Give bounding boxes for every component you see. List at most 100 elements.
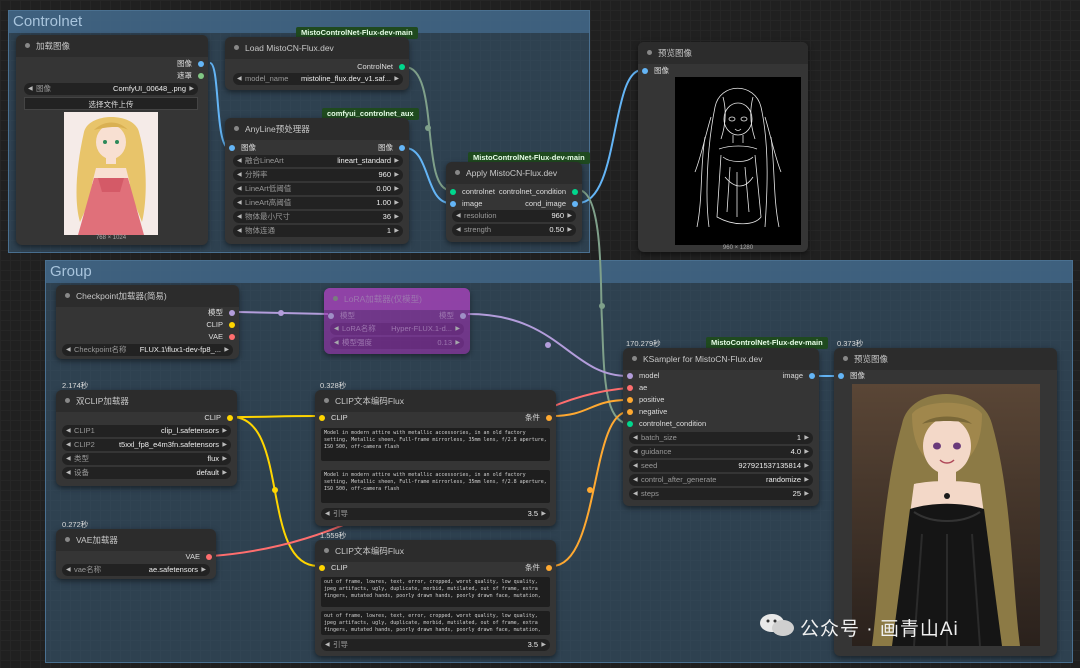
output-image[interactable]: image bbox=[783, 370, 815, 382]
input-model[interactable]: model bbox=[627, 370, 659, 382]
widget-clip1[interactable]: ◀ CLIP1 clip_l.safetensors ▶ bbox=[62, 425, 231, 437]
output-clip[interactable]: CLIP bbox=[204, 412, 233, 424]
port-dot-icon[interactable] bbox=[319, 565, 325, 571]
input-controlnet[interactable]: controlnet bbox=[450, 186, 495, 198]
image-select[interactable]: ◀ 图像 ComfyUI_00648_.png ▶ bbox=[24, 83, 198, 95]
arrow-left-icon[interactable]: ◀ bbox=[456, 210, 461, 222]
input-negative[interactable]: negative bbox=[627, 406, 667, 418]
port-dot-icon[interactable] bbox=[546, 565, 552, 571]
input-positive[interactable]: positive bbox=[627, 394, 664, 406]
arrow-left-icon[interactable]: ◀ bbox=[237, 183, 242, 195]
output-mask[interactable]: 遮罩 bbox=[177, 70, 204, 82]
widget-batch-size[interactable]: ◀ batch_size 1 ▶ bbox=[629, 432, 813, 444]
port-dot-icon[interactable] bbox=[229, 145, 235, 151]
port-dot-icon[interactable] bbox=[809, 373, 815, 379]
widget-device[interactable]: ◀ 设备 default ▶ bbox=[62, 467, 231, 479]
arrow-left-icon[interactable]: ◀ bbox=[237, 73, 242, 85]
output-conditioning[interactable]: 条件 bbox=[525, 562, 552, 574]
port-dot-icon[interactable] bbox=[572, 189, 578, 195]
input-clip[interactable]: CLIP bbox=[319, 562, 348, 574]
widget-seed[interactable]: ◀ seed 927921537135814 ▶ bbox=[629, 460, 813, 472]
arrow-left-icon[interactable]: ◀ bbox=[237, 155, 242, 167]
arrow-right-icon[interactable]: ▶ bbox=[394, 225, 399, 237]
arrow-right-icon[interactable]: ▶ bbox=[222, 425, 227, 437]
input-image[interactable]: 图像 bbox=[229, 142, 256, 154]
node-load-image[interactable]: 加载图像 图像 遮罩 ◀ 图像 ComfyUI_00648_.png ▶ 选择文… bbox=[16, 35, 208, 245]
port-dot-icon[interactable] bbox=[572, 201, 578, 207]
arrow-right-icon[interactable]: ▶ bbox=[455, 323, 460, 335]
port-dot-icon[interactable] bbox=[627, 385, 633, 391]
prompt-textarea-t5[interactable]: Model in modern attire with metallic acc… bbox=[321, 470, 550, 503]
widget-lineart-low[interactable]: ◀ LineArt低阈值 0.00 ▶ bbox=[233, 183, 403, 195]
port-dot-icon[interactable] bbox=[460, 313, 466, 319]
node-load-misto[interactable]: Load MistoCN-Flux.dev ControlNet ◀ model… bbox=[225, 37, 409, 90]
widget-steps[interactable]: ◀ steps 25 ▶ bbox=[629, 488, 813, 500]
widget-resolution[interactable]: ◀ 分辨率 960 ▶ bbox=[233, 169, 403, 181]
node-preview-lineart[interactable]: 预览图像 图像 960 × 1280 bbox=[638, 42, 808, 252]
arrow-right-icon[interactable]: ▶ bbox=[541, 639, 546, 651]
widget-guidance[interactable]: ◀ 引导 3.5 ▶ bbox=[321, 508, 550, 520]
arrow-right-icon[interactable]: ▶ bbox=[804, 432, 809, 444]
port-dot-icon[interactable] bbox=[229, 322, 235, 328]
prompt-textarea-clip-l[interactable]: out of frame, lowres, text, error, cropp… bbox=[321, 577, 550, 607]
node-vae-loader[interactable]: VAE加载器 VAE ◀ vae名称 ae.safetensors ▶ bbox=[56, 529, 216, 579]
arrow-right-icon[interactable]: ▶ bbox=[455, 337, 460, 349]
input-image[interactable]: 图像 bbox=[642, 65, 669, 77]
arrow-left-icon[interactable]: ◀ bbox=[28, 83, 33, 95]
widget-strength[interactable]: ◀ strength 0.50 ▶ bbox=[452, 224, 576, 236]
model-name-select[interactable]: ◀ model_name mistoline_flux.dev_v1.saf..… bbox=[233, 73, 403, 85]
arrow-left-icon[interactable]: ◀ bbox=[237, 197, 242, 209]
arrow-left-icon[interactable]: ◀ bbox=[237, 225, 242, 237]
arrow-right-icon[interactable]: ▶ bbox=[222, 467, 227, 479]
widget-resolution[interactable]: ◀ resolution 960 ▶ bbox=[452, 210, 576, 222]
port-dot-icon[interactable] bbox=[198, 73, 204, 79]
port-dot-icon[interactable] bbox=[627, 373, 633, 379]
widget-control-after-generate[interactable]: ◀ control_after_generate randomize ▶ bbox=[629, 474, 813, 486]
node-ksampler[interactable]: KSampler for MistoCN-Flux.dev model ae p… bbox=[623, 348, 819, 506]
arrow-right-icon[interactable]: ▶ bbox=[224, 344, 229, 356]
input-image[interactable]: image bbox=[450, 198, 482, 210]
node-dual-clip-loader[interactable]: 双CLIP加载器 CLIP ◀ CLIP1 clip_l.safetensors… bbox=[56, 390, 237, 486]
port-dot-icon[interactable] bbox=[328, 313, 334, 319]
arrow-right-icon[interactable]: ▶ bbox=[804, 460, 809, 472]
port-dot-icon[interactable] bbox=[229, 310, 235, 316]
arrow-left-icon[interactable]: ◀ bbox=[456, 224, 461, 236]
port-dot-icon[interactable] bbox=[450, 189, 456, 195]
output-vae[interactable]: VAE bbox=[209, 331, 235, 343]
arrow-right-icon[interactable]: ▶ bbox=[394, 211, 399, 223]
arrow-right-icon[interactable]: ▶ bbox=[567, 210, 572, 222]
widget-connectivity[interactable]: ◀ 物体连通 1 ▶ bbox=[233, 225, 403, 237]
arrow-left-icon[interactable]: ◀ bbox=[66, 439, 71, 451]
upload-button[interactable]: 选择文件上传 bbox=[24, 97, 198, 110]
lora-strength[interactable]: ◀ 模型强度 0.13 ▶ bbox=[330, 337, 464, 349]
output-clip[interactable]: CLIP bbox=[206, 319, 235, 331]
arrow-left-icon[interactable]: ◀ bbox=[325, 639, 330, 651]
widget-type[interactable]: ◀ 类型 flux ▶ bbox=[62, 453, 231, 465]
port-dot-icon[interactable] bbox=[229, 334, 235, 340]
widget-guidance[interactable]: ◀ guidance 4.0 ▶ bbox=[629, 446, 813, 458]
arrow-left-icon[interactable]: ◀ bbox=[237, 169, 242, 181]
arrow-right-icon[interactable]: ▶ bbox=[394, 73, 399, 85]
output-model[interactable]: 模型 bbox=[208, 307, 235, 319]
output-controlnet[interactable]: ControlNet bbox=[357, 61, 405, 73]
output-image[interactable]: 图像 bbox=[378, 142, 405, 154]
arrow-left-icon[interactable]: ◀ bbox=[633, 432, 638, 444]
arrow-left-icon[interactable]: ◀ bbox=[633, 446, 638, 458]
output-controlnet-condition[interactable]: controlnet_condition bbox=[499, 186, 578, 198]
prompt-textarea-clip-l[interactable]: Model in modern attire with metallic acc… bbox=[321, 428, 550, 461]
output-image[interactable]: 图像 bbox=[177, 58, 204, 70]
input-ae[interactable]: ae bbox=[627, 382, 647, 394]
node-lora-loader-bypassed[interactable]: LoRA加载器(仅模型) 模型 模型 ◀ LoRA名称 Hyper-FLUX.1… bbox=[324, 288, 470, 354]
arrow-left-icon[interactable]: ◀ bbox=[334, 323, 339, 335]
port-dot-icon[interactable] bbox=[627, 409, 633, 415]
output-vae[interactable]: VAE bbox=[186, 551, 212, 563]
arrow-left-icon[interactable]: ◀ bbox=[633, 460, 638, 472]
checkpoint-select[interactable]: ◀ Checkpoint名称 FLUX.1\flux1-dev-fp8_... … bbox=[62, 344, 233, 356]
input-controlnet-condition[interactable]: controlnet_condition bbox=[627, 418, 706, 430]
node-anyline[interactable]: AnyLine预处理器 图像 图像 ◀ 融合LineArt lineart_st… bbox=[225, 118, 409, 244]
arrow-left-icon[interactable]: ◀ bbox=[633, 474, 638, 486]
arrow-left-icon[interactable]: ◀ bbox=[66, 453, 71, 465]
port-dot-icon[interactable] bbox=[227, 415, 233, 421]
arrow-right-icon[interactable]: ▶ bbox=[201, 564, 206, 576]
port-dot-icon[interactable] bbox=[450, 201, 456, 207]
